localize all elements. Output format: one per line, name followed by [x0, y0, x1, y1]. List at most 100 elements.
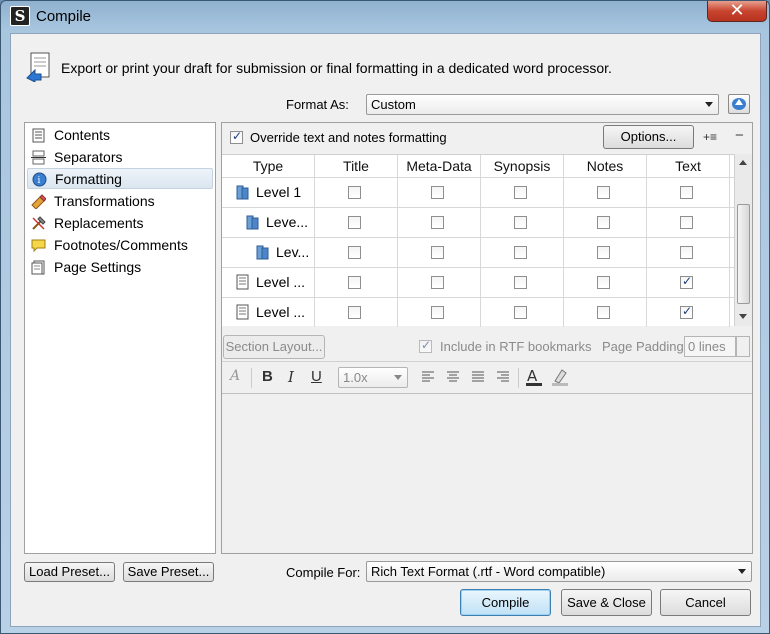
text-color-icon[interactable]: A: [526, 368, 542, 386]
sidebar-item-footnotes-comments[interactable]: Footnotes/Comments: [27, 235, 213, 256]
format-toolbar: A B I U 1.0x A: [222, 361, 752, 393]
text-checkbox[interactable]: [680, 216, 693, 229]
synopsis-checkbox[interactable]: [514, 246, 527, 259]
format-preview-area[interactable]: [222, 393, 752, 553]
remove-level-icon[interactable]: −: [735, 127, 744, 144]
format-as-value: Custom: [371, 97, 416, 112]
meta-data-checkbox[interactable]: [431, 246, 444, 259]
meta-data-checkbox[interactable]: [431, 306, 444, 319]
align-left-icon[interactable]: [422, 371, 434, 383]
align-center-icon[interactable]: [447, 371, 459, 383]
sidebar-item-page-settings[interactable]: Page Settings: [27, 257, 213, 278]
font-style-icon[interactable]: A: [230, 368, 240, 384]
compile-for-dropdown[interactable]: Rich Text Format (.rtf - Word compatible…: [366, 561, 752, 582]
notes-checkbox[interactable]: [597, 216, 610, 229]
window-title: Compile: [36, 8, 92, 25]
meta-data-checkbox[interactable]: [431, 216, 444, 229]
text-checkbox[interactable]: [680, 186, 693, 199]
toolbar-divider: [251, 368, 252, 388]
folder-icon: [256, 245, 269, 260]
line-spacing-dropdown[interactable]: 1.0x: [338, 367, 408, 388]
folder-icon: [236, 185, 249, 200]
notes-checkbox[interactable]: [597, 246, 610, 259]
column-header-text: Text: [675, 158, 701, 174]
page-padding-stepper[interactable]: [736, 336, 750, 357]
table-row[interactable]: Leve...: [222, 208, 729, 237]
footnotes-icon: [31, 239, 46, 253]
table-scrollbar[interactable]: [734, 154, 752, 326]
table-row[interactable]: Level ...: [222, 298, 729, 327]
document-icon: [236, 274, 249, 290]
format-as-dropdown[interactable]: Custom: [366, 94, 719, 115]
line-spacing-value: 1.0x: [343, 370, 368, 385]
synopsis-checkbox[interactable]: [514, 276, 527, 289]
scroll-thumb[interactable]: [737, 204, 750, 304]
save-preset-button[interactable]: Save Preset...: [123, 562, 214, 582]
section-layout-bar: Section Layout... Include in RTF bookmar…: [222, 333, 752, 361]
svg-text:i: i: [38, 176, 41, 186]
scroll-up-arrow-icon[interactable]: [739, 160, 747, 165]
formatting-icon: i: [32, 172, 47, 187]
sidebar-item-separators[interactable]: Separators: [27, 147, 213, 168]
column-divider: [729, 155, 730, 327]
column-header-title: Title: [343, 158, 369, 174]
sidebar-item-replacements[interactable]: Replacements: [27, 213, 213, 234]
text-checkbox[interactable]: [680, 246, 693, 259]
align-right-icon[interactable]: [497, 371, 509, 383]
meta-data-checkbox[interactable]: [431, 276, 444, 289]
separators-icon: [31, 150, 46, 165]
highlight-color-icon[interactable]: [552, 368, 568, 386]
formatting-panel: Override text and notes formatting Optio…: [221, 122, 753, 554]
column-header-synopsis: Synopsis: [493, 158, 551, 174]
title-checkbox[interactable]: [348, 186, 361, 199]
page-padding-field[interactable]: 0 lines: [684, 336, 736, 357]
save-close-button[interactable]: Save & Close: [561, 589, 652, 616]
notes-checkbox[interactable]: [597, 306, 610, 319]
load-preset-button[interactable]: Load Preset...: [24, 562, 115, 582]
window-close-button[interactable]: ✕: [707, 1, 767, 22]
title-checkbox[interactable]: [348, 246, 361, 259]
sidebar-item-label: Contents: [54, 127, 111, 143]
dialog-client-area: Export or print your draft for submissio…: [10, 33, 761, 627]
italic-button[interactable]: I: [288, 368, 294, 386]
compile-button[interactable]: Compile: [460, 589, 551, 616]
rtf-bookmarks-checkbox[interactable]: [419, 338, 432, 353]
section-layout-button[interactable]: Section Layout...: [223, 335, 325, 359]
chevron-down-icon: [738, 569, 746, 574]
title-checkbox[interactable]: [348, 306, 361, 319]
toolbar-divider: [518, 368, 519, 388]
text-checkbox[interactable]: [680, 274, 693, 289]
table-row[interactable]: Level ...: [222, 268, 729, 297]
save-format-button[interactable]: [728, 94, 750, 114]
sidebar-item-label: Page Settings: [54, 259, 142, 275]
meta-data-checkbox[interactable]: [431, 186, 444, 199]
column-header-meta-data: Meta-Data: [406, 158, 472, 174]
synopsis-checkbox[interactable]: [514, 186, 527, 199]
notes-checkbox[interactable]: [597, 186, 610, 199]
align-justify-icon[interactable]: [472, 371, 484, 383]
folder-icon: [246, 215, 259, 230]
cancel-button[interactable]: Cancel: [660, 589, 751, 616]
level-type-label: Lev...: [276, 244, 310, 260]
scroll-down-arrow-icon[interactable]: [739, 314, 747, 319]
override-checkbox[interactable]: [230, 129, 243, 144]
text-checkbox[interactable]: [680, 304, 693, 319]
title-checkbox[interactable]: [348, 216, 361, 229]
synopsis-checkbox[interactable]: [514, 216, 527, 229]
export-icon: [26, 52, 50, 82]
sidebar-item-transformations[interactable]: Transformations: [27, 191, 213, 212]
sidebar-item-contents[interactable]: Contents: [27, 125, 213, 146]
title-checkbox[interactable]: [348, 276, 361, 289]
table-row[interactable]: Level 1: [222, 178, 729, 207]
notes-checkbox[interactable]: [597, 276, 610, 289]
underline-button[interactable]: U: [311, 368, 322, 385]
synopsis-checkbox[interactable]: [514, 306, 527, 319]
table-row[interactable]: Lev...: [222, 238, 729, 267]
bold-button[interactable]: B: [262, 368, 273, 385]
column-header-notes: Notes: [586, 158, 624, 174]
options-button[interactable]: Options...: [603, 125, 694, 149]
compile-options-sidebar: Contents Separators i Formatting Transfo…: [24, 122, 216, 554]
sidebar-item-formatting[interactable]: i Formatting: [27, 168, 213, 189]
add-level-icon[interactable]: +≡: [703, 130, 717, 144]
transformations-icon: [31, 194, 46, 209]
